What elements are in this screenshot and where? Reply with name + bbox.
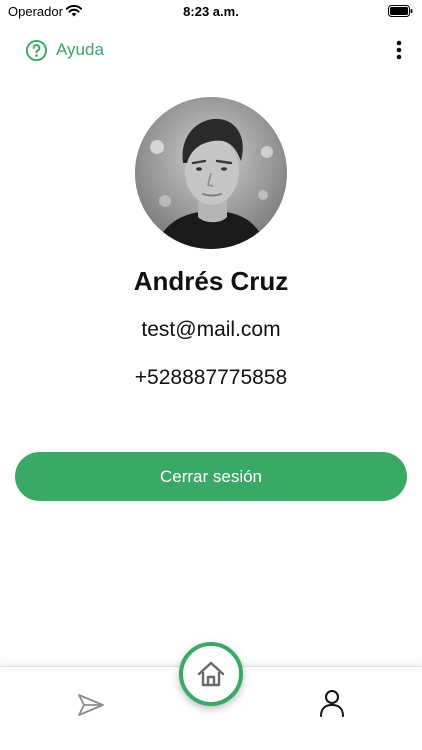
user-icon[interactable] xyxy=(319,689,345,717)
user-name: Andrés Cruz xyxy=(133,266,289,296)
more-menu-button[interactable] xyxy=(392,38,406,62)
avatar xyxy=(135,97,287,249)
clock: 8:23 a.m. xyxy=(183,4,239,19)
home-button[interactable] xyxy=(179,642,243,706)
help-label: Ayuda xyxy=(56,40,104,59)
avatar-photo xyxy=(135,97,287,249)
user-phone: +528887775858 xyxy=(134,366,288,389)
send-icon[interactable] xyxy=(77,693,105,717)
more-vertical-icon xyxy=(396,40,402,60)
logout-button[interactable]: Cerrar sesión xyxy=(15,452,407,501)
battery-icon xyxy=(388,5,413,17)
help-button[interactable]: Ayuda xyxy=(25,38,104,62)
question-circle-icon xyxy=(25,39,48,61)
home-icon xyxy=(197,661,225,687)
user-email: test@mail.com xyxy=(141,318,281,341)
status-bar: Operador 8:23 a.m. xyxy=(0,0,422,24)
